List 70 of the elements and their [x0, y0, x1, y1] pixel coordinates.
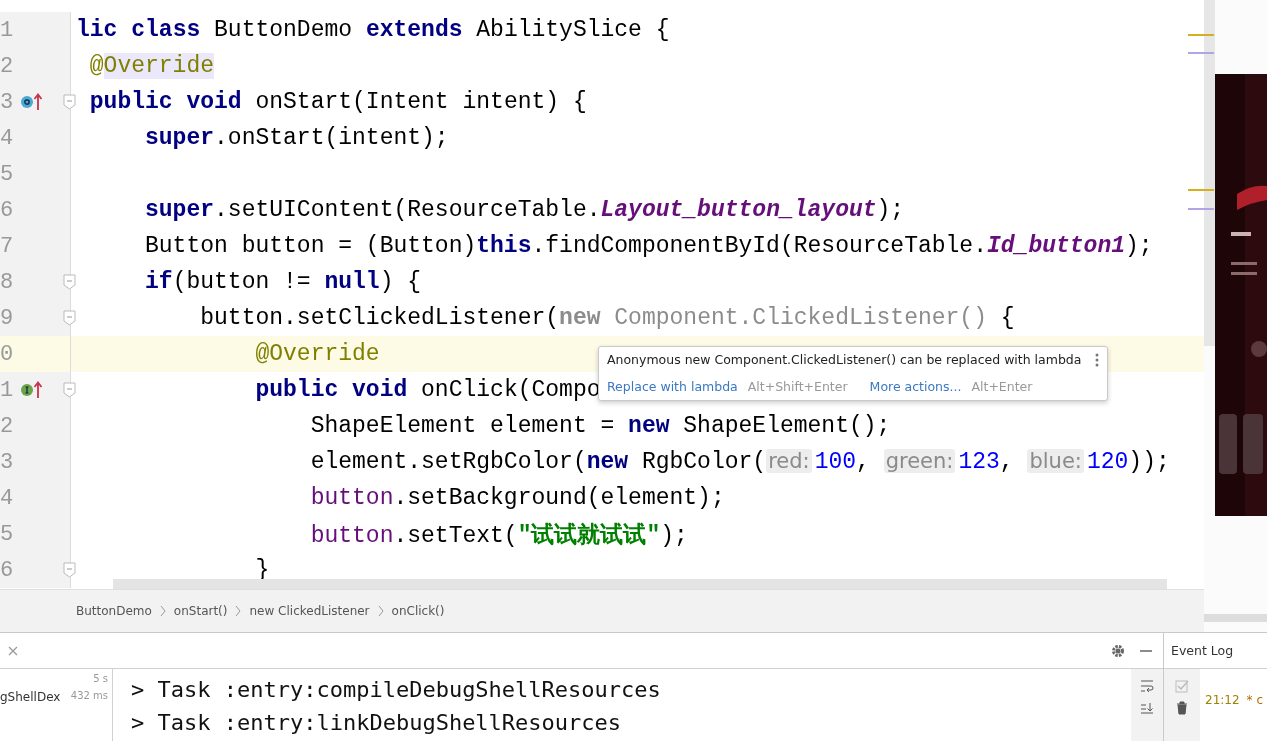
trash-icon[interactable] [1175, 701, 1189, 715]
vertical-scrollbar[interactable] [1204, 0, 1215, 346]
fold-icon[interactable] [63, 382, 76, 398]
code-line: element.setRgbColor(new RgbColor(red: 100, green: 123, blue: 120)); [309, 449, 1170, 475]
line-number: 3 [0, 449, 15, 475]
scroll-to-end-icon[interactable] [1140, 701, 1154, 715]
fold-icon[interactable] [63, 274, 76, 290]
build-step[interactable]: gShellDex [0, 690, 61, 704]
log-message: * c [1246, 693, 1263, 709]
fold-icon[interactable] [63, 562, 76, 578]
line-number: 1 [0, 17, 15, 43]
code-line: super.onStart(intent); [144, 125, 449, 151]
line-number: 6 [0, 557, 15, 583]
chevron-icon [377, 605, 384, 617]
settings-icon[interactable] [1111, 643, 1125, 658]
line-number: 9 [0, 305, 15, 331]
line-number: 7 [0, 233, 15, 259]
code-line: @Override [88, 53, 215, 79]
code-line: public void onClick(Compo [254, 377, 601, 403]
error-stripe-mark[interactable] [1188, 208, 1214, 210]
line-number: 5 [0, 161, 15, 187]
chevron-icon [235, 605, 242, 617]
breadcrumb-item[interactable]: onStart() [173, 604, 228, 618]
line-number: 6 [0, 197, 15, 223]
build-time: 432 ms [70, 690, 108, 703]
horizontal-scrollbar[interactable] [1204, 614, 1267, 622]
line-number: 4 [0, 125, 15, 151]
line-number: 5 [0, 521, 15, 547]
quick-fix-link[interactable]: Replace with lambda [607, 379, 738, 394]
code-line: lic class ButtonDemo extends AbilitySlice { [75, 17, 670, 43]
build-time: 5 s [93, 673, 108, 684]
code-line: button.setText("试试就试试"); [309, 521, 688, 550]
mark-read-icon[interactable] [1175, 679, 1189, 693]
code-line: public void onStart(Intent intent) { [88, 89, 587, 115]
code-line: button.setBackground(element); [309, 485, 725, 511]
code-line: Button button = (Button)this.findComponentById(ResourceTable.Id_button1); [144, 233, 1153, 259]
error-stripe-mark[interactable] [1188, 34, 1214, 36]
implement-marker-icon[interactable] [20, 380, 44, 400]
override-marker-icon[interactable] [20, 92, 44, 112]
line-number: 2 [0, 53, 15, 79]
code-line: ShapeElement element = new ShapeElement(); [309, 413, 891, 439]
chevron-icon [159, 605, 166, 617]
code-line: super.setUIContent(ResourceTable.Layout_button_layout); [144, 197, 905, 223]
code-line: @Override [254, 341, 380, 367]
horizontal-scrollbar[interactable] [113, 579, 1167, 589]
line-number: 8 [0, 269, 15, 295]
code-line: button.setClickedListener(new Component.ClickedListener() { [199, 305, 1015, 331]
breadcrumb-item[interactable]: new ClickedListener [249, 604, 370, 618]
line-number: 1 [0, 377, 15, 403]
error-stripe-mark[interactable] [1188, 189, 1214, 191]
more-icon[interactable] [1095, 352, 1099, 367]
line-number: 2 [0, 413, 15, 439]
line-number: 3 [0, 89, 15, 115]
code-line: if(button != null) { [144, 269, 422, 295]
fold-icon[interactable] [63, 94, 76, 110]
shortcut-hint: Alt+Enter [971, 379, 1033, 394]
popup-message: Anonymous new Component.ClickedListener() can be replaced with lambda [607, 352, 1082, 367]
log-time: 21:12 [1205, 693, 1240, 709]
shortcut-hint: Alt+Shift+Enter [747, 379, 848, 394]
error-stripe-mark[interactable] [1188, 52, 1214, 54]
soft-wrap-icon[interactable] [1140, 679, 1154, 693]
breadcrumb-item[interactable]: ButtonDemo [76, 604, 152, 618]
line-number: 4 [0, 485, 15, 511]
console-line: > Task :entry:linkDebugShellResources [131, 710, 623, 735]
close-icon[interactable] [8, 645, 18, 656]
console-line: > Task :entry:compileDebugShellResources [131, 677, 662, 702]
fold-icon[interactable] [63, 310, 76, 326]
quick-fix-link[interactable]: More actions... [869, 379, 962, 394]
line-number: 0 [0, 341, 15, 367]
breadcrumb-item[interactable]: onClick() [391, 604, 445, 618]
